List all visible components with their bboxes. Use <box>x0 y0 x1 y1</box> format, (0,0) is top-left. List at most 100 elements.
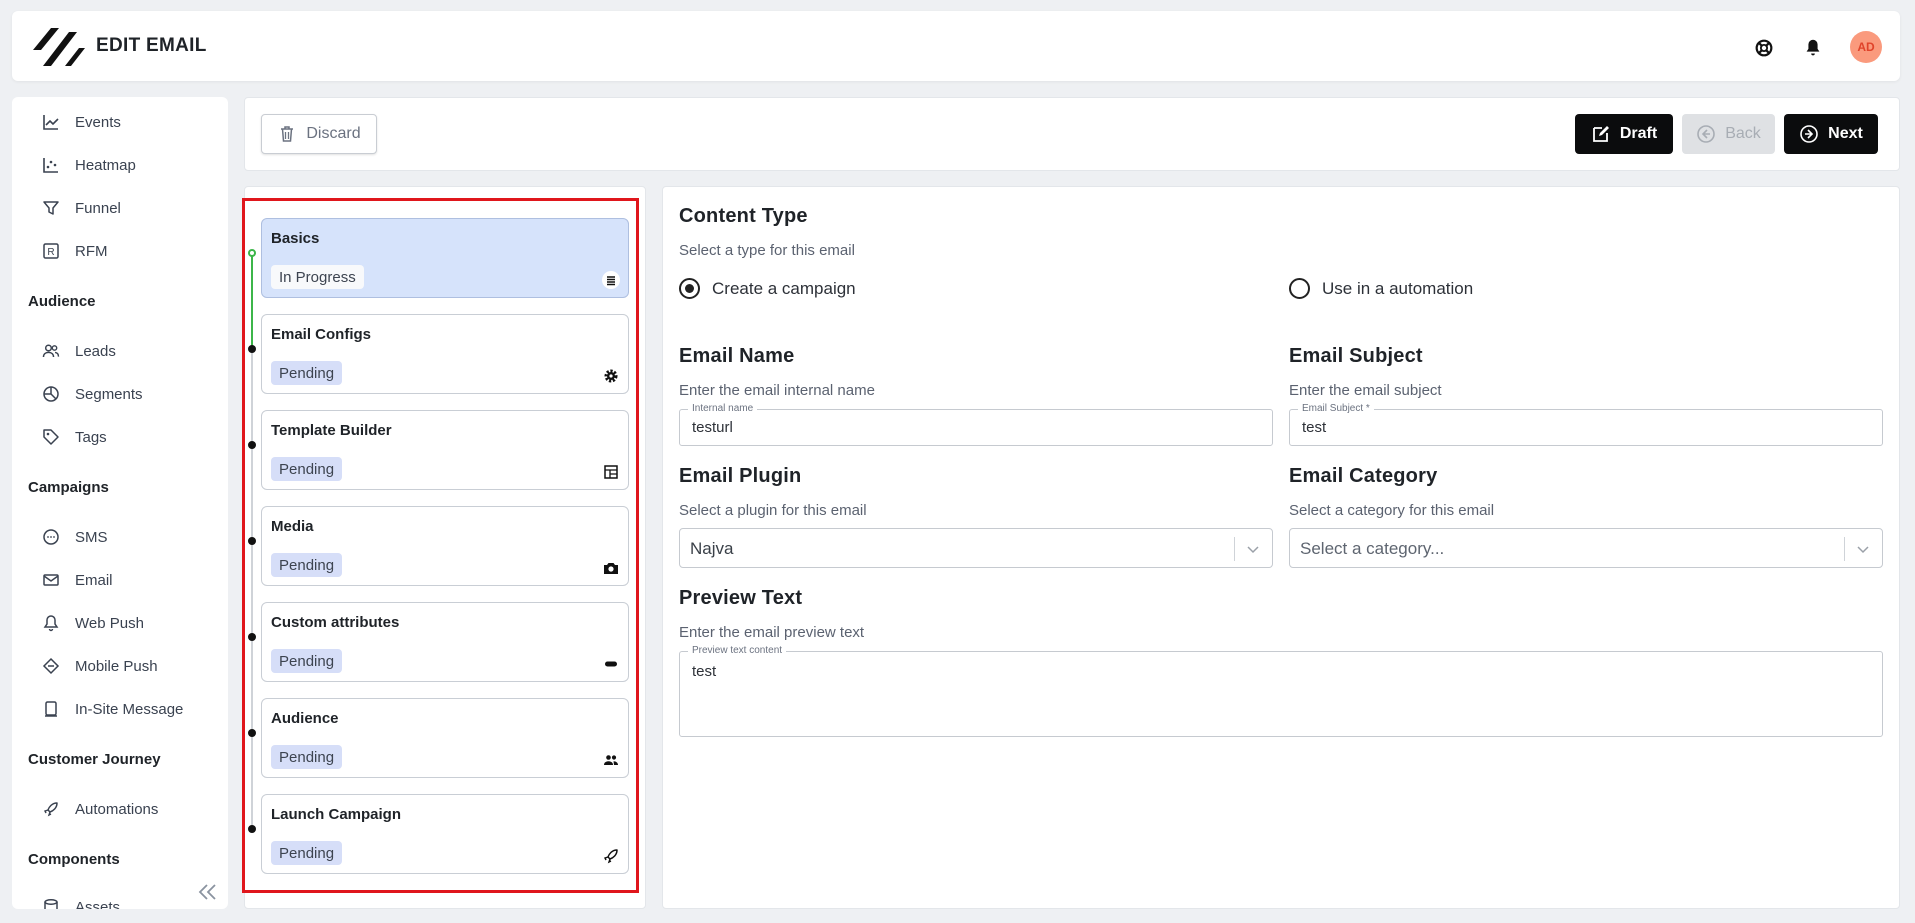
email-form: Content Type Select a type for this emai… <box>662 186 1900 909</box>
mail-icon <box>43 574 59 586</box>
sidebar-item-web-push[interactable]: Web Push <box>42 611 144 635</box>
sidebar-section-components: Components <box>28 851 120 868</box>
sidebar-item-email[interactable]: Email <box>42 568 113 592</box>
sidebar-item-segments[interactable]: Segments <box>42 382 143 406</box>
email-name-title: Email Name <box>679 345 795 367</box>
sidebar-item-rfm[interactable]: R RFM <box>42 239 108 263</box>
action-toolbar: Discard Draft Back Next <box>244 97 1900 171</box>
back-button[interactable]: Back <box>1682 114 1775 154</box>
content-type-title: Content Type <box>679 205 808 227</box>
radio-checked-icon <box>679 278 700 299</box>
preview-text-title: Preview Text <box>679 587 803 609</box>
rocket-icon <box>44 802 58 817</box>
sidebar-item-label: In-Site Message <box>75 700 184 718</box>
radio-unchecked-icon <box>1289 278 1310 299</box>
draft-label: Draft <box>1619 125 1658 142</box>
sidebar-item-sms[interactable]: SMS <box>42 525 108 549</box>
pie-chart-icon <box>43 386 59 402</box>
sidebar-item-label: Events <box>75 113 121 131</box>
sidebar-item-label: RFM <box>75 242 108 260</box>
rfm-icon: R <box>43 243 59 259</box>
email-name-field[interactable]: Internal name testurl <box>679 403 1273 446</box>
email-subject-desc: Enter the email subject <box>1289 382 1442 399</box>
sidebar-item-label: SMS <box>75 528 108 546</box>
sidebar-item-in-site-message[interactable]: In-Site Message <box>42 697 183 721</box>
sidebar-section-audience: Audience <box>28 293 96 310</box>
content-type-desc: Select a type for this email <box>679 242 855 259</box>
users-icon <box>42 344 60 358</box>
support-icon[interactable] <box>1753 37 1775 59</box>
field-label: Internal name <box>688 403 758 415</box>
funnel-icon <box>43 201 59 215</box>
database-icon <box>44 899 58 909</box>
next-button[interactable]: Next <box>1784 114 1878 154</box>
radio-label: Use in a automation <box>1322 278 1474 298</box>
sidebar-item-heatmap[interactable]: Heatmap <box>42 153 136 177</box>
sidebar-section-campaigns: Campaigns <box>28 479 109 496</box>
email-plugin-title: Email Plugin <box>679 465 802 487</box>
sidebar-item-label: Email <box>75 571 113 589</box>
chevron-down-icon[interactable] <box>1855 541 1871 557</box>
email-plugin-desc: Select a plugin for this email <box>679 502 867 519</box>
bell-icon[interactable] <box>1802 37 1824 59</box>
email-plugin-select[interactable]: Najva <box>679 528 1273 568</box>
top-header: EDIT EMAIL AD <box>12 11 1900 81</box>
email-subject-value[interactable]: test <box>1302 419 1870 436</box>
chart-line-icon <box>43 115 59 130</box>
edit-icon <box>1592 126 1609 142</box>
preview-text-desc: Enter the email preview text <box>679 624 865 641</box>
sidebar-item-leads[interactable]: Leads <box>42 339 116 363</box>
svg-text:R: R <box>47 247 54 258</box>
arrow-right-circle-icon <box>1800 125 1818 143</box>
sidebar-item-label: Heatmap <box>75 156 136 174</box>
in-site-icon <box>45 701 57 717</box>
chat-icon <box>43 529 59 545</box>
sidebar-item-funnel[interactable]: Funnel <box>42 196 121 220</box>
mobile-push-icon <box>42 657 60 675</box>
next-label: Next <box>1828 125 1863 142</box>
sidebar-item-label: Funnel <box>75 199 121 217</box>
select-placeholder: Select a category... <box>1300 539 1445 558</box>
radio-create-campaign[interactable]: Create a campaign <box>679 278 856 299</box>
sidebar-item-events[interactable]: Events <box>42 110 121 134</box>
discard-button[interactable]: Discard <box>261 114 377 154</box>
radio-use-in-automation[interactable]: Use in a automation <box>1289 278 1473 299</box>
radio-label: Create a campaign <box>712 278 856 298</box>
email-category-title: Email Category <box>1289 465 1438 487</box>
tag-icon <box>43 429 59 445</box>
draft-button[interactable]: Draft <box>1575 114 1673 154</box>
email-name-value[interactable]: testurl <box>692 419 1260 436</box>
sidebar: Events Heatmap Funnel R RFM Audience Lea… <box>12 97 228 909</box>
sidebar-section-customer-journey: Customer Journey <box>28 751 161 768</box>
sidebar-item-label: Automations <box>75 800 159 818</box>
sidebar-item-label: Assets <box>75 898 121 910</box>
sidebar-item-label: Tags <box>75 428 107 446</box>
sidebar-item-tags[interactable]: Tags <box>42 425 107 449</box>
sidebar-item-label: Web Push <box>75 614 144 632</box>
page-title: EDIT EMAIL <box>96 35 207 56</box>
scatter-icon <box>43 158 58 173</box>
steps-highlight-box <box>242 198 639 893</box>
sidebar-item-mobile-push[interactable]: Mobile Push <box>42 654 158 678</box>
sidebar-item-automations[interactable]: Automations <box>42 797 158 821</box>
select-value: Najva <box>690 539 734 558</box>
field-label: Preview text content <box>688 645 787 657</box>
sidebar-item-label: Leads <box>75 342 116 360</box>
discard-label: Discard <box>306 125 361 142</box>
preview-text-value[interactable]: test <box>692 663 716 680</box>
trash-icon <box>281 126 294 142</box>
email-category-desc: Select a category for this email <box>1289 502 1495 519</box>
back-label: Back <box>1725 125 1761 142</box>
email-subject-field[interactable]: Email Subject * test <box>1289 403 1883 446</box>
collapse-sidebar-icon[interactable] <box>194 880 220 904</box>
avatar[interactable]: AD <box>1850 31 1882 63</box>
select-separator <box>1844 537 1845 561</box>
preview-text-field[interactable]: Preview text content test <box>679 645 1883 737</box>
arrow-left-circle-icon <box>1697 125 1716 143</box>
sidebar-item-label: Segments <box>75 385 143 403</box>
brand-logo[interactable] <box>29 24 85 70</box>
chevron-down-icon[interactable] <box>1245 541 1261 557</box>
email-category-select[interactable]: Select a category... <box>1289 528 1883 568</box>
sidebar-item-assets[interactable]: Assets <box>42 895 120 909</box>
field-label: Email Subject * <box>1298 403 1374 415</box>
